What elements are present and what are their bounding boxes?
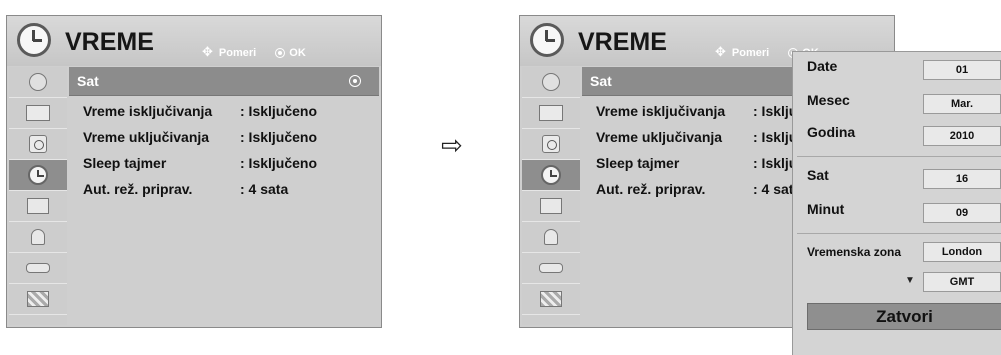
box-icon — [540, 198, 562, 214]
date-field[interactable]: 01 — [923, 60, 1001, 80]
sidebar-item-setup[interactable] — [9, 67, 67, 98]
plug-icon — [26, 263, 50, 273]
hour-label: Sat — [807, 167, 829, 183]
selected-radio-icon — [349, 75, 361, 87]
menu-title: VREME — [65, 28, 154, 56]
hint-move-label: Pomeri — [218, 47, 257, 59]
transition-arrow-icon: ⇨ — [441, 130, 463, 160]
tv-icon — [26, 105, 50, 121]
film-icon — [27, 291, 49, 307]
time-zone-offset-field[interactable]: GMT — [923, 272, 1001, 292]
menu-item-sleep-timer[interactable]: Sleep tajmer: Isključeno — [83, 155, 317, 171]
lock-icon — [544, 229, 558, 245]
plug-icon — [539, 263, 563, 273]
menu-item-off-time[interactable]: Vreme isključivanja: Isključeno — [83, 103, 317, 119]
sidebar-item-audio[interactable] — [9, 129, 67, 160]
clock-icon — [530, 23, 564, 57]
menu-item-sleep-timer[interactable]: Sleep tajmer: Isklju — [596, 155, 797, 171]
navigation-hint: ✥ Pomeri OK — [202, 44, 306, 60]
menu-item-on-time[interactable]: Vreme uključivanja: Isklju — [596, 129, 797, 145]
satellite-icon — [29, 73, 47, 91]
month-field[interactable]: Mar. — [923, 94, 1001, 114]
menu-item-label: Sat — [590, 73, 612, 89]
ok-button-icon — [275, 48, 286, 59]
sidebar-item-time[interactable] — [9, 160, 67, 191]
more-options-arrow-icon: ▼ — [905, 275, 915, 286]
sidebar-item-media[interactable] — [9, 284, 67, 315]
hint-ok-label: OK — [289, 47, 306, 59]
category-sidebar — [522, 67, 580, 325]
close-button[interactable]: Zatvori — [807, 303, 1001, 330]
year-field[interactable]: 2010 — [923, 126, 1001, 146]
clock-settings-popup: Date 01 Mesec Mar. Godina 2010 Sat 16 Mi… — [792, 51, 1001, 355]
satellite-icon — [542, 73, 560, 91]
tv-icon — [539, 105, 563, 121]
menu-item-auto-standby[interactable]: Aut. rež. priprav.: 4 sata — [596, 181, 801, 197]
navigation-arrows-icon: ✥ — [715, 44, 726, 59]
clock-icon — [17, 23, 51, 57]
year-label: Godina — [807, 124, 856, 140]
sidebar-item-picture[interactable] — [9, 98, 67, 129]
sidebar-item-media[interactable] — [522, 284, 580, 315]
lock-icon — [31, 229, 45, 245]
menu-item-off-time[interactable]: Vreme isključivanja: Isklju — [596, 103, 797, 119]
menu-item-auto-standby[interactable]: Aut. rež. priprav.: 4 sata — [83, 181, 288, 197]
menu-content: Sat Vreme isključivanja: Isključeno Vrem… — [69, 67, 379, 325]
hint-move-label: Pomeri — [731, 47, 770, 59]
clock-icon — [28, 165, 48, 185]
hour-field[interactable]: 16 — [923, 169, 1001, 189]
category-sidebar — [9, 67, 67, 325]
clock-icon — [541, 165, 561, 185]
box-icon — [27, 198, 49, 214]
month-label: Mesec — [807, 92, 850, 108]
sidebar-item-lock[interactable] — [9, 222, 67, 253]
time-zone-label: Vremenska zona — [807, 245, 902, 259]
sidebar-item-picture[interactable] — [522, 98, 580, 129]
film-icon — [540, 291, 562, 307]
sidebar-item-setup[interactable] — [522, 67, 580, 98]
minute-label: Minut — [807, 201, 845, 217]
sidebar-item-option[interactable] — [9, 191, 67, 222]
popup-divider — [797, 156, 1001, 157]
navigation-arrows-icon: ✥ — [202, 44, 213, 59]
speaker-icon — [542, 135, 560, 153]
menu-item-label: Sat — [77, 73, 99, 89]
menu-header: VREME ✥ Pomeri OK — [7, 16, 381, 66]
sidebar-item-input[interactable] — [522, 253, 580, 284]
sidebar-item-audio[interactable] — [522, 129, 580, 160]
sidebar-item-time[interactable] — [522, 160, 580, 191]
date-label: Date — [807, 58, 838, 74]
time-menu-panel: VREME ✥ Pomeri OK Sat Vreme isključivanja… — [6, 15, 382, 328]
sidebar-item-input[interactable] — [9, 253, 67, 284]
sidebar-item-option[interactable] — [522, 191, 580, 222]
menu-item-on-time[interactable]: Vreme uključivanja: Isključeno — [83, 129, 317, 145]
menu-item-clock[interactable]: Sat — [69, 67, 379, 96]
menu-title: VREME — [578, 28, 667, 56]
minute-field[interactable]: 09 — [923, 203, 1001, 223]
time-zone-field[interactable]: London — [923, 242, 1001, 262]
speaker-icon — [29, 135, 47, 153]
popup-divider — [797, 233, 1001, 234]
sidebar-item-lock[interactable] — [522, 222, 580, 253]
